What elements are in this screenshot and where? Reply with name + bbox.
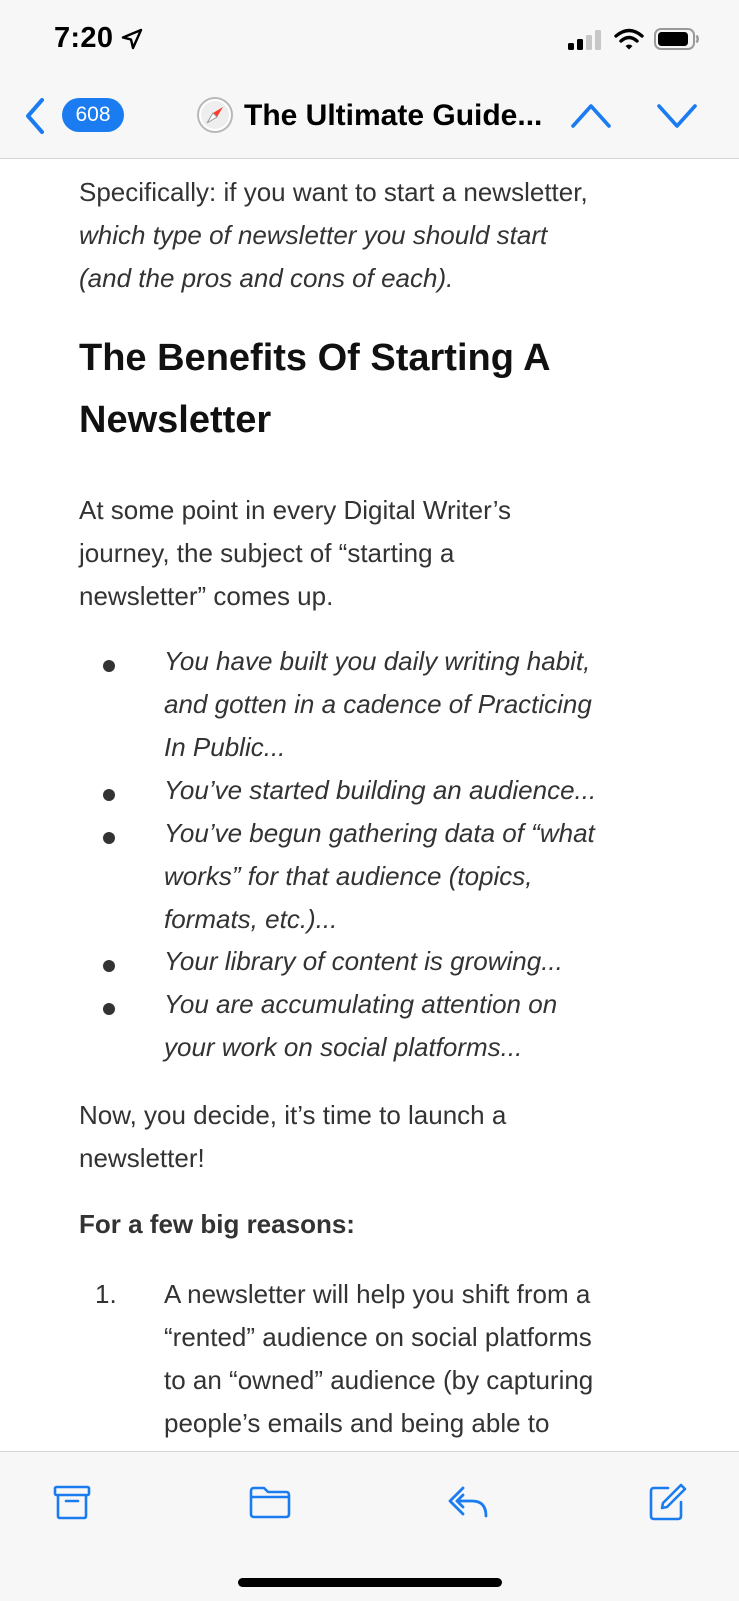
- list-number: 1.: [95, 1279, 117, 1309]
- compass-icon: [197, 97, 233, 133]
- intro-paragraph: Specifically: if you want to start a new…: [79, 171, 679, 300]
- bullet-dot: [103, 960, 115, 972]
- list-item-text: You have built you daily writing habit, …: [164, 640, 664, 769]
- list-line: You have built you daily writing habit,: [164, 646, 591, 676]
- list-line: and gotten in a cadence of Practicing: [164, 689, 592, 719]
- nav-title: The Ultimate Guide...: [244, 99, 543, 132]
- compose-icon[interactable]: [646, 1482, 688, 1524]
- message-count-badge[interactable]: 608: [62, 98, 124, 132]
- folder-icon[interactable]: [248, 1482, 292, 1522]
- list-line: You’ve started building an audience...: [164, 775, 597, 805]
- list-line: You are accumulating attention on: [164, 989, 558, 1019]
- list-item-text: You’ve begun gathering data of “what wor…: [164, 812, 664, 941]
- list-item-text: You are accumulating attention on your w…: [164, 983, 664, 1069]
- bullet-dot: [103, 832, 115, 844]
- list-line: your work on social platforms...: [164, 1032, 523, 1062]
- list-line: You’ve begun gathering data of “what: [164, 818, 595, 848]
- paragraph-1: At some point in every Digital Writer’s …: [79, 489, 679, 618]
- section-heading: The Benefits Of Starting A Newsletter: [79, 327, 679, 451]
- wifi-icon: [614, 28, 644, 50]
- heading-line-1: The Benefits Of Starting A: [79, 337, 551, 379]
- para1-line-3: newsletter” comes up.: [79, 581, 334, 611]
- para2-line-2: newsletter!: [79, 1143, 205, 1173]
- list-item-text: Your library of content is growing...: [164, 940, 664, 983]
- list-line: people’s emails and being able to: [164, 1408, 550, 1438]
- reply-icon[interactable]: [446, 1482, 492, 1522]
- list-line: Your library of content is growing...: [164, 946, 563, 976]
- numbered-item-text: A newsletter will help you shift from a …: [164, 1273, 664, 1445]
- intro-line-2: which type of newsletter you should star…: [79, 220, 548, 250]
- chevron-down-icon[interactable]: [656, 100, 698, 130]
- signal-icon: [568, 30, 601, 50]
- archive-icon[interactable]: [52, 1482, 92, 1522]
- bullet-dot: [103, 660, 115, 672]
- list-item-text: You’ve started building an audience...: [164, 769, 664, 812]
- heading-line-2: Newsletter: [79, 399, 272, 441]
- para1-line-1: At some point in every Digital Writer’s: [79, 495, 512, 525]
- para2-line-1: Now, you decide, it’s time to launch a: [79, 1100, 507, 1130]
- battery-icon: [654, 28, 699, 50]
- list-line: to an “owned” audience (by capturing: [164, 1365, 594, 1395]
- list-line: works” for that audience (topics,: [164, 861, 533, 891]
- status-bar: 7:20: [0, 0, 739, 78]
- home-indicator: [238, 1578, 502, 1587]
- nav-bar: 608 The Ultimate Guide...: [0, 78, 739, 159]
- list-line: In Public...: [164, 732, 286, 762]
- email-body[interactable]: Specifically: if you want to start a new…: [0, 159, 739, 1451]
- para1-line-2: journey, the subject of “starting a: [79, 538, 455, 568]
- paragraph-2: Now, you decide, it’s time to launch a n…: [79, 1094, 679, 1180]
- chevron-up-icon[interactable]: [570, 100, 612, 130]
- list-line: “rented” audience on social platforms: [164, 1322, 592, 1352]
- status-time: 7:20: [54, 22, 114, 54]
- bullet-dot: [103, 789, 115, 801]
- chevron-left-icon[interactable]: [20, 96, 50, 136]
- list-line: formats, etc.)...: [164, 904, 338, 934]
- location-arrow-icon: [121, 28, 143, 50]
- list-line: A newsletter will help you shift from a: [164, 1279, 591, 1309]
- reasons-heading: For a few big reasons:: [79, 1209, 355, 1239]
- intro-line-1: Specifically: if you want to start a new…: [79, 177, 588, 207]
- intro-line-3: (and the pros and cons of each).: [79, 263, 454, 293]
- bullet-dot: [103, 1003, 115, 1015]
